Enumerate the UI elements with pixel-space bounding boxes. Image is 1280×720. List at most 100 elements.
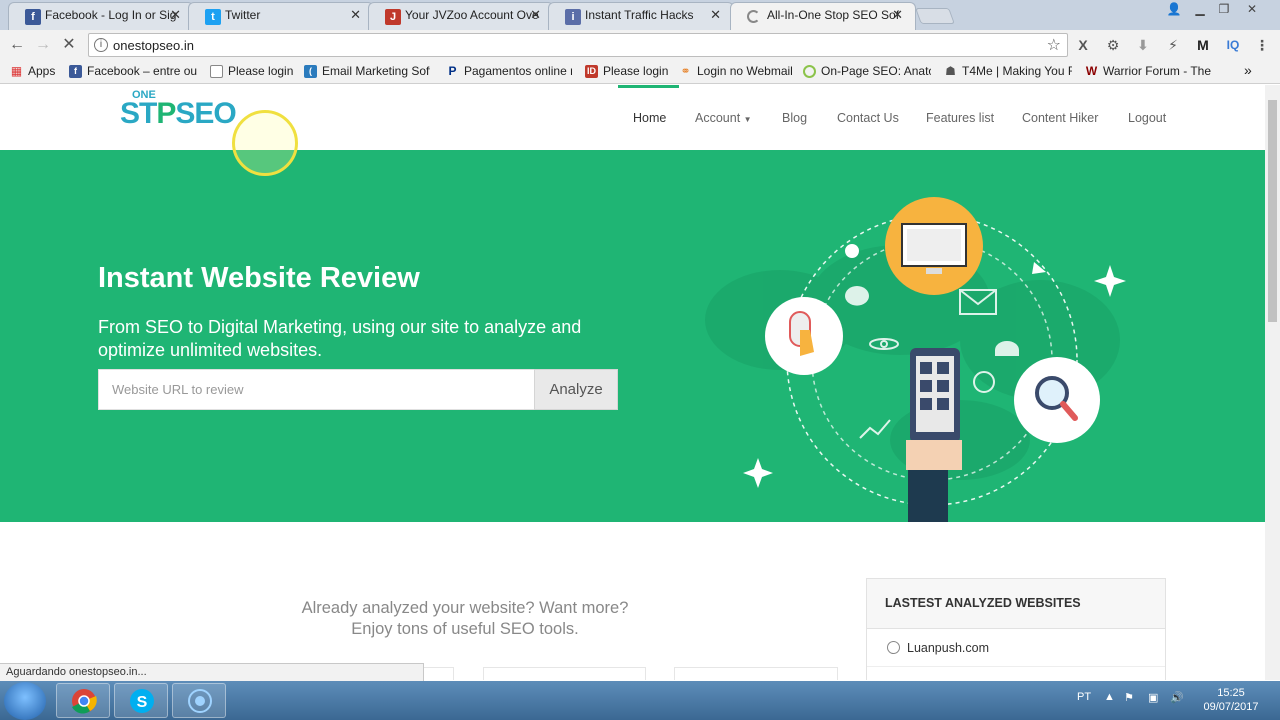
restore-icon[interactable]: ❐ — [1212, 0, 1236, 18]
warrior-icon: W — [1085, 64, 1098, 78]
svg-text:S: S — [137, 694, 148, 711]
windows-start-icon[interactable] — [4, 682, 46, 720]
show-hidden-icons[interactable]: ▲ — [1104, 691, 1115, 703]
close-icon[interactable]: ✕ — [892, 7, 903, 23]
more-bookmarks-chevron[interactable]: » — [1244, 62, 1252, 78]
tab-title: Instant Traffic Hacks — [585, 8, 694, 22]
promo-text: Already analyzed your website? Want more… — [301, 599, 629, 638]
nav-features-list[interactable]: Features list — [926, 111, 994, 125]
web-page: ONE STPSEO Home Account ▼ Blog Contact U… — [0, 85, 1265, 680]
tool-card[interactable] — [483, 667, 646, 680]
extension-badge-icon[interactable]: ⚡ — [1163, 35, 1183, 55]
tab-jvzoo[interactable]: J Your JVZoo Account Ove ✕ — [368, 2, 554, 30]
twitter-icon: t — [205, 9, 221, 25]
download-icon[interactable]: ⬇ — [1133, 35, 1153, 55]
network-icon[interactable]: ▣ — [1148, 691, 1158, 704]
nav-contact-us[interactable]: Contact Us — [837, 111, 899, 125]
tab-onestopseo[interactable]: All-In-One Stop SEO Sof ✕ — [730, 2, 916, 30]
nav-content-hiker[interactable]: Content Hiker — [1022, 111, 1098, 125]
cursor-highlight — [232, 110, 298, 176]
bookmark-apps[interactable]: ▦ Apps — [10, 64, 66, 78]
flag-icon[interactable]: ⚑ — [1124, 691, 1134, 704]
webmail-icon: ⚭ — [680, 64, 691, 78]
bookmark-pagamentos[interactable]: P Pagamentos online n — [446, 64, 572, 78]
tab-instant-traffic[interactable]: i Instant Traffic Hacks ✕ — [548, 2, 734, 30]
bookmark-please-login[interactable]: Please login — [210, 64, 302, 78]
nav-active-indicator — [618, 85, 679, 88]
star-icon[interactable]: ☆ — [1047, 35, 1061, 55]
address-bar[interactable]: i onestopseo.in ☆ — [88, 33, 1068, 57]
list-item[interactable]: Luanpush.com — [867, 629, 1165, 667]
bookmark-facebook[interactable]: f Facebook – entre ou — [69, 64, 199, 78]
t4me-icon: ☗ — [945, 64, 956, 78]
magnifier-icon — [1014, 357, 1100, 443]
menu-icon[interactable]: ⋮ — [1252, 35, 1272, 55]
language-indicator[interactable]: PT — [1077, 691, 1091, 703]
page-icon — [210, 65, 223, 78]
hero-subtitle: From SEO to Digital Marketing, using our… — [98, 317, 582, 360]
system-clock[interactable]: 15:25 09/07/2017 — [1196, 686, 1266, 714]
tab-facebook[interactable]: f Facebook - Log In or Sig ✕ — [8, 2, 194, 30]
recorder-icon — [188, 689, 212, 713]
close-icon[interactable]: ✕ — [710, 7, 721, 23]
paypal-icon: P — [448, 64, 457, 78]
tab-twitter[interactable]: t Twitter ✕ — [188, 2, 374, 30]
caret-down-icon: ▼ — [743, 115, 752, 124]
tab-title: Twitter — [225, 8, 261, 22]
tab-title: All-In-One Stop SEO Sof — [767, 8, 900, 22]
new-tab-button[interactable] — [915, 8, 955, 24]
status-bar: Aguardando onestopseo.in... — [0, 663, 424, 681]
bookmarks-bar: ▦ Apps f Facebook – entre ou Please logi… — [0, 60, 1280, 84]
stop-icon[interactable]: ✕ — [58, 34, 80, 56]
info-icon[interactable]: i — [94, 38, 108, 52]
bookmark-please-login-id[interactable]: ID Please login — [585, 64, 671, 78]
jvzoo-icon: J — [385, 9, 401, 25]
digital-marketing-illustration — [705, 197, 1126, 522]
website-url-input[interactable] — [99, 370, 534, 409]
scrollbar-thumb[interactable] — [1268, 100, 1277, 322]
volume-icon[interactable]: 🔊 — [1170, 691, 1184, 704]
latest-analyzed-panel: LASTEST ANALYZED WEBSITES Luanpush.com — [866, 578, 1166, 680]
iq-icon[interactable]: IQ — [1223, 35, 1243, 55]
hero-title: Instant Website Review — [98, 262, 420, 294]
apps-grid-icon: ▦ — [10, 64, 23, 78]
monitor-icon — [885, 197, 983, 295]
user-icon[interactable]: 👤 — [1162, 0, 1186, 18]
circle-icon — [803, 65, 816, 78]
minimize-icon[interactable]: ▁ — [1188, 0, 1212, 18]
x-extension-icon[interactable]: X — [1073, 35, 1093, 55]
page-scrollbar[interactable] — [1265, 85, 1280, 680]
globe-icon — [887, 641, 900, 654]
mouse-click-icon — [765, 297, 843, 375]
taskbar-skype-button[interactable]: S — [114, 683, 168, 718]
nav-account[interactable]: Account ▼ — [695, 111, 752, 125]
nav-blog[interactable]: Blog — [782, 111, 807, 125]
id-icon: ID — [585, 65, 598, 78]
bookmark-t4me[interactable]: ☗ T4Me | Making You F — [944, 64, 1072, 78]
taskbar-app-button[interactable] — [172, 683, 226, 718]
nav-logout[interactable]: Logout — [1128, 111, 1166, 125]
tab-title: Your JVZoo Account Ove — [405, 8, 539, 22]
hero-section: Instant Website Review From SEO to Digit… — [0, 150, 1265, 522]
bookmark-warrior-forum[interactable]: W Warrior Forum - The — [1085, 64, 1213, 78]
gmail-icon[interactable]: M — [1193, 35, 1213, 55]
bookmark-webmail[interactable]: ⚭ Login no Webmail — [679, 64, 793, 78]
windows-taskbar: S PT ▲ ⚑ ▣ 🔊 15:25 09/07/2017 — [0, 681, 1280, 720]
taskbar-chrome-button[interactable] — [56, 683, 110, 718]
nav-home[interactable]: Home — [633, 111, 666, 125]
loading-icon — [747, 10, 760, 23]
back-arrow-icon[interactable]: ← — [6, 34, 28, 56]
site-header: ONE STPSEO Home Account ▼ Blog Contact U… — [0, 85, 1265, 150]
tool-card[interactable] — [674, 667, 838, 680]
close-icon[interactable]: ✕ — [530, 7, 541, 23]
bookmark-email-marketing[interactable]: ( Email Marketing Soft — [304, 64, 430, 78]
url-text: onestopseo.in — [113, 38, 194, 53]
browser-toolbar: ← → ✕ i onestopseo.in ☆ X ⚙ ⬇ ⚡ M IQ ⋮ — [0, 30, 1280, 60]
bookmark-on-page-seo[interactable]: On-Page SEO: Anato — [803, 64, 931, 78]
close-icon[interactable]: ✕ — [350, 7, 361, 23]
close-window-icon[interactable]: ✕ — [1240, 0, 1264, 18]
extension-icon[interactable]: ⚙ — [1103, 35, 1123, 55]
analyze-button[interactable]: Analyze — [534, 369, 618, 410]
close-icon[interactable]: ✕ — [170, 7, 181, 23]
forward-arrow-icon[interactable]: → — [32, 34, 54, 56]
